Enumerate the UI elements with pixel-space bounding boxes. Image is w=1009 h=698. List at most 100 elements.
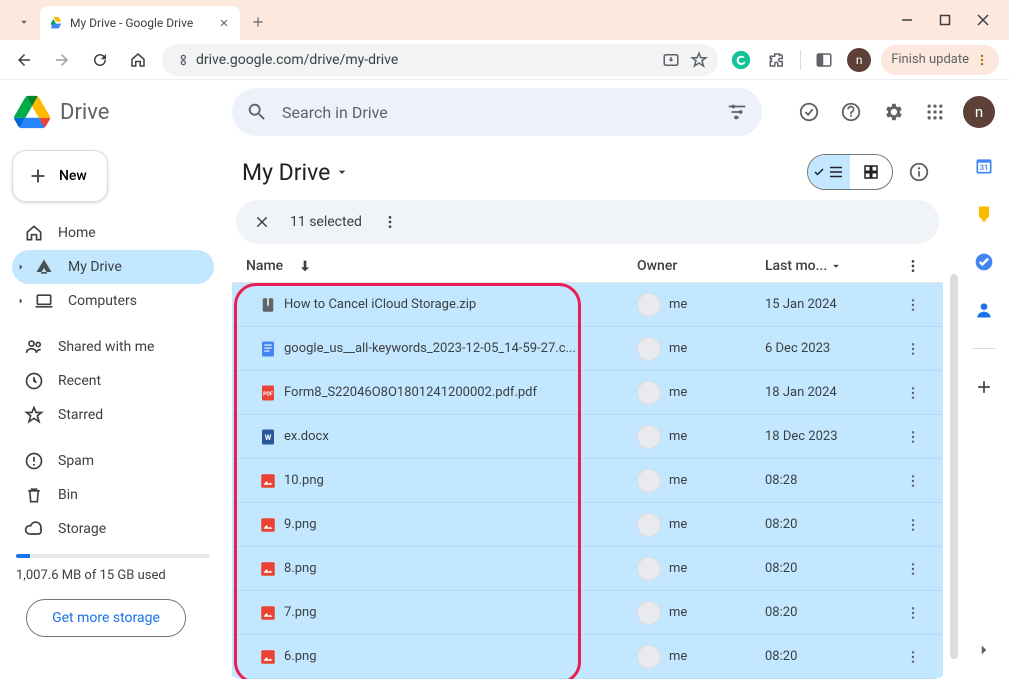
drive-logo-icon	[14, 94, 50, 130]
owner-avatar-icon	[637, 425, 661, 449]
window-close[interactable]	[973, 10, 993, 30]
new-button[interactable]: New	[12, 150, 108, 202]
account-avatar[interactable]: n	[963, 96, 995, 128]
search-options-icon[interactable]	[726, 101, 748, 123]
tabs-dropdown[interactable]	[12, 10, 36, 34]
file-more-button[interactable]	[895, 517, 931, 533]
panel-collapse[interactable]	[975, 641, 993, 679]
file-more-button[interactable]	[895, 561, 931, 577]
extensions-button[interactable]	[764, 47, 790, 73]
file-more-button[interactable]	[895, 473, 931, 489]
browser-tab[interactable]: My Drive - Google Drive	[40, 6, 240, 40]
window-maximize[interactable]	[935, 10, 955, 30]
new-tab-button[interactable]	[244, 8, 272, 36]
col-actions-menu[interactable]	[895, 258, 931, 274]
bookmark-star-icon[interactable]	[690, 51, 708, 69]
sidepanel-icon	[815, 51, 833, 69]
owner-avatar-icon	[637, 337, 661, 361]
sidebar-item-storage[interactable]: Storage	[12, 512, 214, 546]
sidebar-item-recent[interactable]: Recent	[12, 364, 214, 398]
sort-down-icon[interactable]	[297, 258, 313, 274]
tasks-addon[interactable]	[974, 252, 994, 272]
sidebar-item-label: Home	[58, 225, 96, 241]
file-more-button[interactable]	[895, 341, 931, 357]
contacts-addon[interactable]	[974, 300, 994, 320]
grammarly-extension[interactable]	[728, 47, 754, 73]
file-more-button[interactable]	[895, 385, 931, 401]
sidebar-item-starred[interactable]: Starred	[12, 398, 214, 432]
view-toggle	[807, 154, 893, 190]
nav-forward[interactable]	[48, 46, 76, 74]
selection-count: 11 selected	[290, 214, 362, 230]
nav-reload[interactable]	[86, 46, 114, 74]
file-row[interactable]: 9.pngme08:20	[232, 503, 943, 547]
search-icon	[246, 101, 268, 123]
file-more-button[interactable]	[895, 605, 931, 621]
sidebar-item-shared[interactable]: Shared with me	[12, 330, 214, 364]
col-owner[interactable]: Owner	[637, 258, 677, 274]
clear-selection-button[interactable]	[250, 210, 274, 234]
nav-back[interactable]	[10, 46, 38, 74]
file-row[interactable]: 7.pngme08:20	[232, 591, 943, 635]
sidebar-item-spam[interactable]: Spam	[12, 444, 214, 478]
settings-button[interactable]	[879, 98, 907, 126]
file-more-button[interactable]	[895, 429, 931, 445]
sidebar-item-bin[interactable]: Bin	[12, 478, 214, 512]
list-view-button[interactable]	[808, 155, 850, 189]
grid-view-button[interactable]	[850, 155, 892, 189]
url-bar[interactable]: drive.google.com/drive/my-drive	[162, 44, 718, 76]
offline-ready-button[interactable]	[795, 98, 823, 126]
file-row[interactable]: Wex.docxme18 Dec 2023	[232, 415, 943, 459]
file-row[interactable]: PDFForm8_S22046O8O1801241200002.pdf.pdfm…	[232, 371, 943, 415]
details-button[interactable]	[905, 158, 933, 186]
file-row[interactable]: google_us__all-keywords_2023-12-05_14-59…	[232, 327, 943, 371]
site-info-icon[interactable]	[172, 52, 188, 68]
search-bar[interactable]: Search in Drive	[232, 88, 762, 136]
file-row[interactable]: 8.pngme08:20	[232, 547, 943, 591]
file-row[interactable]: 10.pngme08:28	[232, 459, 943, 503]
nav-home[interactable]	[124, 46, 152, 74]
selection-more-button[interactable]	[378, 210, 402, 234]
tab-close-button[interactable]	[216, 15, 232, 31]
plus-icon	[27, 165, 49, 187]
apps-button[interactable]	[921, 98, 949, 126]
file-list[interactable]: How to Cancel iCloud Storage.zipme15 Jan…	[232, 283, 943, 679]
caret-right-icon	[16, 262, 26, 272]
sidebar-item-computers[interactable]: Computers	[12, 284, 214, 318]
support-button[interactable]	[837, 98, 865, 126]
sidebar-item-mydrive[interactable]: My Drive	[12, 250, 214, 284]
browser-profile[interactable]: n	[847, 48, 871, 72]
star-icon	[24, 405, 44, 425]
file-name: 8.png	[284, 561, 637, 576]
scrollbar-thumb[interactable]	[950, 274, 958, 659]
info-icon	[908, 161, 930, 183]
addons-get[interactable]	[974, 377, 994, 397]
install-app-icon[interactable]	[662, 51, 680, 69]
side-panel-button[interactable]	[811, 47, 837, 73]
finish-update-button[interactable]: Finish update	[881, 45, 999, 75]
col-modified[interactable]: Last mo...	[765, 258, 827, 274]
calendar-addon[interactable]: 31	[974, 156, 994, 176]
file-owner: me	[637, 557, 765, 581]
chevron-right-icon	[975, 641, 993, 659]
get-storage-button[interactable]: Get more storage	[26, 599, 186, 637]
storage-progress	[16, 554, 210, 558]
file-more-button[interactable]	[895, 297, 931, 313]
keep-addon[interactable]	[974, 204, 994, 224]
more-vert-icon	[905, 297, 921, 313]
window-minimize[interactable]	[897, 10, 917, 30]
col-name[interactable]: Name	[246, 258, 283, 274]
dropdown-caret-icon[interactable]	[829, 259, 843, 273]
file-row[interactable]: 6.pngme08:20	[232, 635, 943, 679]
location-title[interactable]: My Drive	[242, 159, 350, 186]
reload-icon	[91, 51, 109, 69]
more-vert-icon	[905, 341, 921, 357]
drive-logo[interactable]: Drive	[14, 94, 224, 130]
more-vert-icon	[382, 214, 398, 230]
sidebar-item-home[interactable]: Home	[12, 216, 214, 250]
file-type-icon	[244, 472, 284, 490]
file-name: 7.png	[284, 605, 637, 620]
owner-avatar-icon	[637, 293, 661, 317]
file-more-button[interactable]	[895, 649, 931, 665]
file-row[interactable]: How to Cancel iCloud Storage.zipme15 Jan…	[232, 283, 943, 327]
